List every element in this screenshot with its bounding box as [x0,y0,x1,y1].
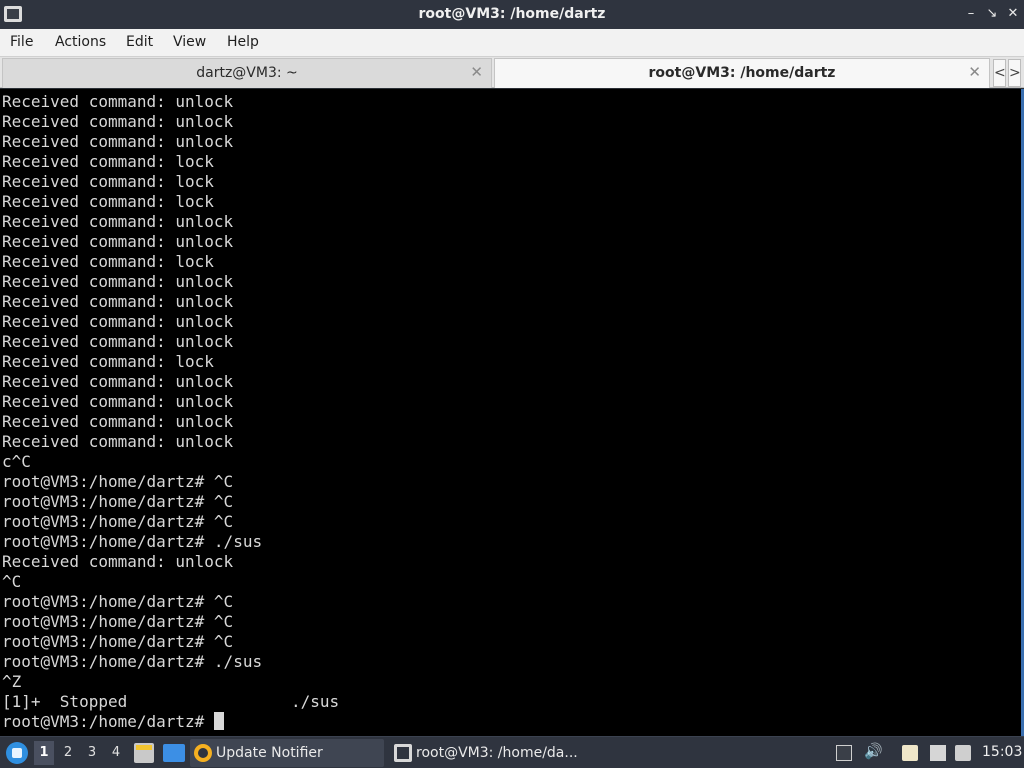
terminal-line: Received command: unlock [2,232,234,251]
terminal-lines: Received command: unlock Received command… [2,92,339,732]
close-window-button[interactable]: ✕ [1004,4,1022,24]
tab-bar: dartz@VM3: ~ ✕ root@VM3: /home/dartz ✕ [0,57,1024,88]
terminal-line: Received command: unlock [2,272,234,291]
terminal-line: Received command: lock [2,252,214,271]
terminal-line: ^Z [2,672,22,691]
menu-edit[interactable]: Edit [126,34,153,50]
update-notifier-icon [194,744,212,762]
maximize-button[interactable]: ↘ [983,4,1001,24]
terminal-line: ^C [2,572,22,591]
menu-actions[interactable]: Actions [55,34,106,50]
terminal-prompt-line[interactable]: root@VM3:/home/dartz# [2,712,339,732]
terminal-line: Received command: unlock [2,312,234,331]
tab-close-icon[interactable]: ✕ [968,63,981,81]
task-terminal[interactable]: root@VM3: /home/da... [390,739,586,767]
terminal-line: Received command: unlock [2,392,234,411]
terminal-line: Received command: unlock [2,212,234,231]
tab-root-home-dartz[interactable]: root@VM3: /home/dartz ✕ [494,58,990,88]
terminal-line: Received command: lock [2,152,214,171]
terminal-line: Received command: lock [2,172,214,191]
minimize-button[interactable]: – [962,4,980,24]
terminal-line: Received command: unlock [2,332,234,351]
workspace-1[interactable]: 1 [34,741,54,765]
taskbar: 1 2 3 4 Update Notifier root@VM3: /home/… [0,736,1024,768]
network-icon[interactable] [930,745,946,761]
terminal-line: Received command: unlock [2,372,234,391]
terminal-line: Received command: unlock [2,552,234,571]
terminal-line: root@VM3:/home/dartz# ./sus [2,532,263,551]
terminal-line: [1]+ Stopped ./sus [2,692,340,711]
tab-label: root@VM3: /home/dartz [648,65,836,81]
file-manager-icon[interactable] [134,743,154,763]
terminal-prompt: root@VM3:/home/dartz# [2,712,214,731]
terminal-line: Received command: unlock [2,92,234,111]
clock[interactable]: 15:03 [982,744,1022,760]
workspace-4[interactable]: 4 [106,745,126,760]
terminal-line: Received command: lock [2,192,214,211]
tab-label: dartz@VM3: ~ [196,65,298,81]
terminal-line: root@VM3:/home/dartz# ^C [2,512,234,531]
menu-bar: File Actions Edit View Help [0,29,1024,57]
terminal-line: c^C [2,452,31,471]
show-desktop-icon[interactable] [163,744,185,762]
window-titlebar[interactable]: root@VM3: /home/dartz – ↘ ✕ [0,0,1024,29]
menu-file[interactable]: File [10,34,33,50]
terminal-line: root@VM3:/home/dartz# ^C [2,472,234,491]
terminal-line: root@VM3:/home/dartz# ^C [2,632,234,651]
terminal-line: Received command: lock [2,352,214,371]
window-title: root@VM3: /home/dartz [418,6,606,22]
terminal-line: root@VM3:/home/dartz# ./sus [2,652,263,671]
terminal-line: Received command: unlock [2,412,234,431]
terminal-line: root@VM3:/home/dartz# ^C [2,592,234,611]
monitor-icon[interactable] [955,745,971,761]
task-label: root@VM3: /home/da... [416,745,578,761]
menu-help[interactable]: Help [227,34,259,50]
terminal-line: Received command: unlock [2,112,234,131]
clipboard-icon[interactable] [902,745,918,761]
tab-close-icon[interactable]: ✕ [470,63,483,81]
start-menu-icon[interactable] [6,742,28,764]
terminal-line: Received command: unlock [2,432,234,451]
terminal-output[interactable]: Received command: unlock Received command… [0,89,1024,736]
brightness-icon[interactable] [836,745,852,761]
workspace-3[interactable]: 3 [82,745,102,760]
tab-dartz-home[interactable]: dartz@VM3: ~ ✕ [2,58,492,88]
terminal-line: root@VM3:/home/dartz# ^C [2,492,234,511]
terminal-cursor [213,712,224,730]
terminal-line: root@VM3:/home/dartz# ^C [2,612,234,631]
volume-icon[interactable]: 🔊 [864,742,883,762]
terminal-line: Received command: unlock [2,132,234,151]
terminal-line: Received command: unlock [2,292,234,311]
terminal-icon [394,744,412,762]
task-update-notifier[interactable]: Update Notifier [190,739,384,767]
task-label: Update Notifier [216,745,323,761]
tab-scroll-left-button[interactable]: < [993,59,1006,87]
menu-view[interactable]: View [173,34,206,50]
workspace-2[interactable]: 2 [58,745,78,760]
tab-scroll-right-button[interactable]: > [1008,59,1021,87]
